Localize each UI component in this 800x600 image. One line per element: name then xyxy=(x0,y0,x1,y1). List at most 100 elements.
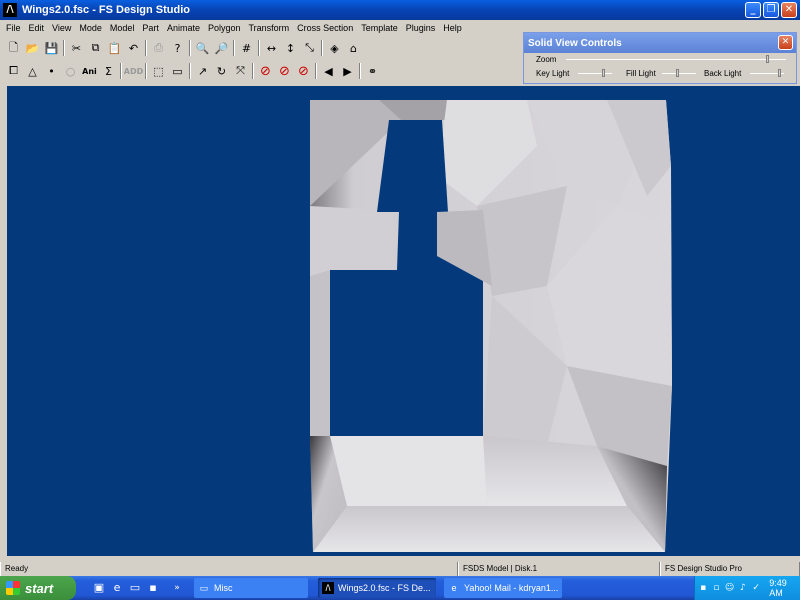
fill-light-slider-track[interactable] xyxy=(662,73,696,74)
toolbar-separator xyxy=(187,62,193,80)
new-file-icon[interactable]: 🗋 xyxy=(4,39,23,57)
no-scale-icon[interactable]: ⊘ xyxy=(294,62,313,80)
folder-icon: ▭ xyxy=(199,583,209,593)
triangle-icon[interactable]: △ xyxy=(23,62,42,80)
task-fsds[interactable]: /\ Wings2.0.fsc - FS De... xyxy=(318,578,436,598)
menu-view[interactable]: View xyxy=(48,23,75,33)
chevron-right-icon[interactable]: » xyxy=(170,581,184,595)
toolbar-separator xyxy=(250,62,256,80)
menu-mode[interactable]: Mode xyxy=(75,23,106,33)
title-bar[interactable]: /\ Wings2.0.fsc - FS Design Studio _ ❐ ✕ xyxy=(0,0,800,20)
panel-title-bar[interactable]: Solid View Controls xyxy=(524,33,796,53)
3d-viewport[interactable] xyxy=(7,86,800,556)
marquee-select-icon[interactable]: ⬚ xyxy=(149,62,168,80)
cut-icon[interactable]: ✂ xyxy=(67,39,86,57)
task-misc[interactable]: ▭ Misc xyxy=(194,578,308,598)
fill-light-slider-thumb[interactable] xyxy=(676,69,679,77)
task-label: Yahoo! Mail - kdryan1... xyxy=(464,583,559,593)
menu-plugins[interactable]: Plugins xyxy=(402,23,440,33)
windows-flag-icon xyxy=(6,581,20,595)
tray-messenger-icon[interactable]: ☺ xyxy=(725,583,735,594)
paste-icon[interactable]: 📋 xyxy=(105,39,124,57)
next-icon[interactable]: ▶ xyxy=(338,62,357,80)
close-button[interactable]: ✕ xyxy=(781,2,797,18)
tray-app-icon[interactable]: ▪ xyxy=(698,583,708,594)
zoom-slider-track[interactable] xyxy=(566,59,786,60)
add-button[interactable]: ADD xyxy=(124,62,143,80)
task-label: Wings2.0.fsc - FS De... xyxy=(338,583,431,593)
key-light-slider-track[interactable] xyxy=(578,73,612,74)
circle-icon[interactable]: ○ xyxy=(61,62,80,80)
mirror-z-icon[interactable]: ⤡ xyxy=(300,39,319,57)
back-light-label: Back Light xyxy=(704,69,742,78)
zoom-out-icon[interactable]: 🔎 xyxy=(212,39,231,57)
model-render xyxy=(310,100,672,552)
no-move-icon[interactable]: ⊘ xyxy=(256,62,275,80)
undo-icon[interactable]: ↶ xyxy=(124,39,143,57)
menu-edit[interactable]: Edit xyxy=(25,23,49,33)
select-box-icon[interactable]: ⧠ xyxy=(4,62,23,80)
folder-icon[interactable]: ▭ xyxy=(128,581,142,595)
save-disk-icon[interactable]: 💾 xyxy=(42,39,61,57)
key-light-slider-thumb[interactable] xyxy=(602,69,605,77)
tools-toolbar: ⧠ △ • ○ Ani Σ ADD ⬚ ▭ ↗ ↻ ⤧ ⊘ ⊘ ⊘ ◀ ▶ ⚭ xyxy=(0,60,382,82)
mirror-x-icon[interactable]: ↔ xyxy=(262,39,281,57)
panel-title: Solid View Controls xyxy=(528,37,622,49)
fsds-logo-icon[interactable]: /\ xyxy=(3,3,17,17)
toolbar-separator xyxy=(319,39,325,57)
menu-help[interactable]: Help xyxy=(439,23,466,33)
menu-file[interactable]: File xyxy=(2,23,25,33)
menu-cross-section[interactable]: Cross Section xyxy=(293,23,357,33)
restore-button[interactable]: ❐ xyxy=(763,2,779,18)
rotate-icon[interactable]: ↻ xyxy=(212,62,231,80)
point-icon[interactable]: • xyxy=(42,62,61,80)
start-label: start xyxy=(25,580,54,596)
back-light-slider-thumb[interactable] xyxy=(778,69,781,77)
panel-close-icon[interactable]: ✕ xyxy=(778,35,793,50)
sum-button[interactable]: Σ xyxy=(99,62,118,80)
toolbar-separator xyxy=(61,39,67,57)
solid-view-controls-panel: Solid View Controls ✕ Zoom Key Light Fil… xyxy=(523,32,797,84)
toolbar-separator xyxy=(143,62,149,80)
menu-transform[interactable]: Transform xyxy=(245,23,294,33)
tray-security-icon[interactable]: ✓ xyxy=(751,583,761,594)
main-toolbar: 🗋 📂 💾 ✂ ⧉ 📋 ↶ ⎙ ? 🔍 🔎 # ↔ ↕ ⤡ ◈ ⌂ xyxy=(0,37,363,59)
animate-button[interactable]: Ani xyxy=(80,62,99,80)
zoom-in-icon[interactable]: 🔍 xyxy=(193,39,212,57)
ruler-icon[interactable]: ▭ xyxy=(168,62,187,80)
ie-icon: e xyxy=(451,583,457,593)
no-rotate-icon[interactable]: ⊘ xyxy=(275,62,294,80)
grid-icon[interactable]: # xyxy=(237,39,256,57)
print-icon[interactable]: ⎙ xyxy=(149,39,168,57)
start-button[interactable]: start xyxy=(0,576,76,600)
fill-light-label: Fill Light xyxy=(626,69,656,78)
toolbar-separator xyxy=(118,62,124,80)
menu-animate[interactable]: Animate xyxy=(163,23,204,33)
minimize-button[interactable]: _ xyxy=(745,2,761,18)
open-folder-icon[interactable]: 📂 xyxy=(23,39,42,57)
zoom-slider-thumb[interactable] xyxy=(766,55,769,63)
help-icon[interactable]: ? xyxy=(168,39,187,57)
ie-icon[interactable]: e xyxy=(110,581,124,595)
move-icon[interactable]: ↗ xyxy=(193,62,212,80)
binoculars-icon[interactable]: ⚭ xyxy=(363,62,382,80)
menu-template[interactable]: Template xyxy=(357,23,402,33)
tray-sound-icon[interactable]: ♪ xyxy=(738,583,748,594)
mirror-y-icon[interactable]: ↕ xyxy=(281,39,300,57)
status-app-edition: FS Design Studio Pro xyxy=(660,562,800,576)
tray-network-icon[interactable]: ▫ xyxy=(711,583,721,594)
menu-part[interactable]: Part xyxy=(138,23,163,33)
copy-icon[interactable]: ⧉ xyxy=(86,39,105,57)
scale-icon[interactable]: ⤧ xyxy=(231,62,250,80)
toolbar-separator xyxy=(357,62,363,80)
show-desktop-icon[interactable]: ▣ xyxy=(92,581,106,595)
menu-model[interactable]: Model xyxy=(106,23,139,33)
media-icon[interactable]: ▪ xyxy=(146,581,160,595)
home-view-icon[interactable]: ⌂ xyxy=(344,39,363,57)
previous-icon[interactable]: ◀ xyxy=(319,62,338,80)
task-yahoo-mail[interactable]: e Yahoo! Mail - kdryan1... xyxy=(444,578,562,598)
menu-polygon[interactable]: Polygon xyxy=(204,23,245,33)
clock[interactable]: 9:49 AM xyxy=(769,578,800,598)
toolbar-separator xyxy=(256,39,262,57)
solid-view-icon[interactable]: ◈ xyxy=(325,39,344,57)
